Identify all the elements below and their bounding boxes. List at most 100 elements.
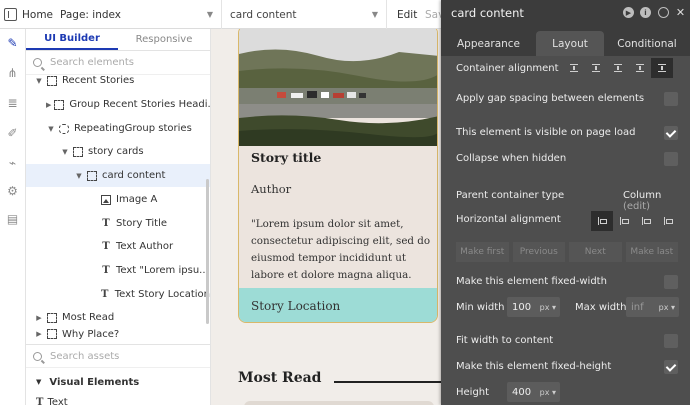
styles-icon[interactable]: ✐: [5, 125, 20, 140]
visual-elements-header[interactable]: ▼ Visual Elements: [26, 372, 210, 392]
tree-item-label: card content: [102, 170, 166, 181]
gap-spacing-checkbox[interactable]: [664, 92, 678, 106]
height-input[interactable]: 400 px ▾: [507, 382, 560, 402]
min-width-unit[interactable]: px ▾: [540, 303, 556, 312]
palette-item-text[interactable]: T Text: [26, 397, 68, 405]
next-button[interactable]: Next: [569, 242, 622, 262]
align-middle-icon[interactable]: [585, 58, 607, 78]
text-icon: T: [36, 397, 44, 405]
collapse-hidden-checkbox[interactable]: [664, 152, 678, 166]
search-icon: [33, 351, 42, 361]
expand-arrow-icon[interactable]: ▶: [46, 101, 51, 109]
align-right-icon[interactable]: [635, 211, 657, 231]
min-width-label: Min width: [456, 302, 505, 313]
property-editor: card content ▶ i ✕ Appearance Layout Con…: [441, 0, 690, 405]
fixed-width-checkbox[interactable]: [664, 275, 678, 289]
align-space-icon[interactable]: [629, 58, 651, 78]
element-search-input[interactable]: Search elements: [50, 57, 134, 68]
align-bottom-icon[interactable]: [607, 58, 629, 78]
asset-search[interactable]: Search assets: [26, 344, 210, 368]
tab-ui-builder[interactable]: UI Builder: [26, 29, 118, 50]
align-justify-icon[interactable]: [657, 211, 679, 231]
tab-conditional[interactable]: Conditional: [604, 31, 690, 56]
element-selector-label: card content: [230, 8, 297, 21]
height-unit[interactable]: px ▾: [540, 388, 556, 397]
info-icon[interactable]: i: [640, 7, 651, 18]
story-author[interactable]: Author: [251, 182, 291, 196]
make-first-button[interactable]: Make first: [456, 242, 509, 262]
most-read-heading[interactable]: Most Read: [238, 370, 321, 386]
tree-item-text-lorem[interactable]: T Text "Lorem ipsu...: [88, 259, 210, 282]
tree-item-text-story-location[interactable]: T Text Story Location: [88, 283, 210, 306]
story-location[interactable]: Story Location: [239, 288, 437, 322]
tab-layout[interactable]: Layout: [536, 31, 604, 56]
preview-icon[interactable]: ▶: [623, 7, 634, 18]
data-icon[interactable]: ≣: [5, 95, 20, 110]
tree-item-story-cards[interactable]: ▼ story cards: [60, 140, 210, 163]
horizontal-alignment-label: Horizontal alignment: [456, 214, 561, 225]
fit-width-checkbox[interactable]: [664, 334, 678, 348]
parent-type-label: Parent container type: [456, 190, 565, 201]
expand-arrow-icon[interactable]: ▶: [34, 314, 44, 322]
fixed-height-checkbox[interactable]: [664, 360, 678, 374]
visible-on-load-checkbox[interactable]: [664, 126, 678, 140]
expand-arrow-icon[interactable]: ▼: [60, 148, 70, 156]
close-icon[interactable]: ✕: [675, 6, 686, 19]
tree-item-group-recent-stories[interactable]: ▶ Group Recent Stories Headi...: [46, 93, 217, 116]
comment-icon[interactable]: [658, 7, 669, 18]
logs-icon[interactable]: ▤: [5, 211, 20, 226]
tab-responsive[interactable]: Responsive: [118, 29, 210, 50]
container-icon: [47, 329, 57, 339]
gap-spacing-label: Apply gap spacing between elements: [456, 93, 645, 104]
align-stretch-icon[interactable]: [651, 58, 673, 78]
tree-item-why-place[interactable]: ▶ Why Place?: [34, 326, 210, 342]
min-width-input[interactable]: 100 px ▾: [507, 297, 560, 317]
tree-item-label: Image A: [116, 194, 158, 205]
tree-scrollbar[interactable]: [206, 179, 209, 324]
expand-arrow-icon[interactable]: ▼: [46, 125, 56, 133]
design-icon[interactable]: ✎: [5, 35, 20, 50]
element-selector[interactable]: card content ▼: [223, 0, 387, 29]
max-width-placeholder: inf: [631, 301, 644, 313]
layout-settings: Container alignment Apply gap spacing be…: [441, 56, 690, 405]
tree-item-card-content[interactable]: ▼ card content: [26, 164, 210, 187]
tree-item-text-author[interactable]: T Text Author: [88, 235, 210, 258]
asset-search-input[interactable]: Search assets: [50, 351, 119, 362]
edit-menu[interactable]: Edit: [397, 0, 417, 29]
page-selector[interactable]: Page: index ▼: [54, 0, 222, 29]
horizontal-alignment-selector: [591, 211, 679, 231]
container-alignment-selector: [563, 58, 673, 78]
tab-appearance[interactable]: Appearance: [441, 31, 536, 56]
align-top-icon[interactable]: [563, 58, 585, 78]
max-width-input[interactable]: inf px ▾: [626, 297, 679, 317]
make-last-button[interactable]: Make last: [625, 242, 678, 262]
home-icon: [4, 8, 17, 21]
tree-item-image-a[interactable]: Image A: [88, 188, 210, 211]
editor-title: card content: [451, 6, 524, 20]
story-excerpt[interactable]: "Lorem ipsum dolor sit amet, consectetur…: [251, 216, 435, 284]
min-width-value: 100: [512, 301, 532, 313]
max-width-unit[interactable]: px ▾: [659, 303, 675, 312]
expand-arrow-icon[interactable]: ▼: [74, 172, 84, 180]
tree-item-label: story cards: [88, 146, 144, 157]
story-title[interactable]: Story title: [251, 150, 321, 165]
tree-item-label: Group Recent Stories Headi...: [69, 99, 218, 110]
chevron-down-icon: ▼: [206, 10, 213, 19]
card-content[interactable]: Story title Author "Lorem ipsum dolor si…: [238, 29, 438, 323]
workflow-icon[interactable]: ⋔: [5, 65, 20, 80]
tree-item-label: Why Place?: [62, 328, 120, 340]
settings-icon[interactable]: ⚙: [5, 183, 20, 198]
align-left-icon[interactable]: [591, 211, 613, 231]
tree-item-recent-stories[interactable]: ▼ Recent Stories: [34, 69, 210, 92]
expand-arrow-icon[interactable]: ▶: [34, 330, 44, 338]
tree-item-story-title[interactable]: T Story Title: [88, 212, 210, 235]
editor-tabs: Appearance Layout Conditional: [441, 31, 690, 56]
align-center-icon[interactable]: [613, 211, 635, 231]
plugins-icon[interactable]: ⌁: [5, 155, 20, 170]
collapse-arrow-icon: ▼: [36, 378, 42, 386]
expand-arrow-icon[interactable]: ▼: [34, 77, 44, 85]
tree-item-repeating-group[interactable]: ▼ RepeatingGroup stories: [46, 117, 210, 140]
visual-elements-label: Visual Elements: [49, 376, 140, 388]
previous-button[interactable]: Previous: [512, 242, 565, 262]
home-button[interactable]: Home: [4, 0, 53, 29]
